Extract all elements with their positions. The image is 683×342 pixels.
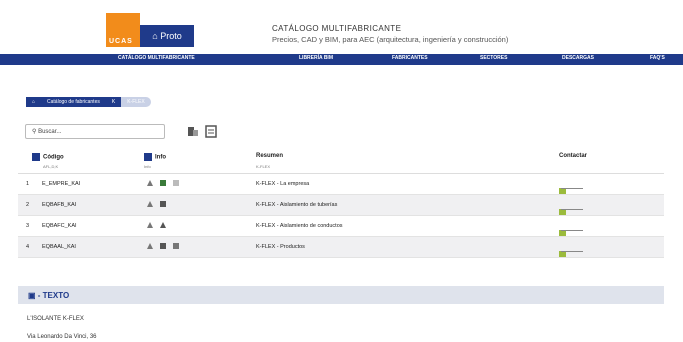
- row-summary[interactable]: K-FLEX - Productos: [256, 244, 305, 250]
- row-summary[interactable]: K-FLEX - Aislamiento de conductos: [256, 223, 343, 229]
- checkbox-icon[interactable]: [32, 153, 40, 161]
- section-title: ▣ - TEXTO: [28, 291, 70, 300]
- table-row[interactable]: 1 E_EMPRE_KAI K-FLEX - La empresa: [18, 174, 664, 195]
- search-input[interactable]: ⚲ Buscar...: [25, 124, 165, 139]
- cad-icon[interactable]: [172, 242, 180, 250]
- column-header-info[interactable]: Info: [144, 153, 166, 161]
- column-sub-info: Info: [144, 164, 151, 169]
- table-row[interactable]: 3 EQBAFC_KAI K-FLEX - Aislamiento de con…: [18, 216, 664, 237]
- results-table: Código AFL,D,K Info Info Resumen K-FLEX …: [18, 151, 664, 258]
- column-label: Info: [155, 154, 166, 161]
- logo[interactable]: UCAS: [106, 13, 140, 47]
- row-code[interactable]: EQBAFC_KAI: [42, 223, 77, 229]
- bim-icon[interactable]: [159, 200, 167, 208]
- bim-icon[interactable]: [159, 242, 167, 250]
- site-header: UCAS ⌂ Proto CATÁLOGO MULTIFABRICANTE Pr…: [0, 0, 683, 54]
- catalog-title: CATÁLOGO MULTIFABRICANTE: [272, 24, 402, 33]
- column-header-codigo[interactable]: Código: [32, 153, 64, 161]
- row-code[interactable]: EQBAFB_KAI: [42, 202, 76, 208]
- company-name: L'ISOLANTE K-FLEX: [27, 316, 84, 322]
- nav-item-faqs[interactable]: FAQ'S: [650, 55, 665, 61]
- checkbox-icon[interactable]: [144, 153, 152, 161]
- row-code[interactable]: E_EMPRE_KAI: [42, 181, 80, 187]
- row-number: 2: [26, 202, 30, 208]
- bim-icon[interactable]: [159, 221, 167, 229]
- row-number: 3: [26, 223, 30, 229]
- home-icon[interactable]: ⌂: [26, 97, 42, 107]
- info-icon[interactable]: [146, 200, 154, 208]
- row-number: 1: [26, 181, 30, 187]
- row-summary[interactable]: K-FLEX - Aislamiento de tuberías: [256, 202, 337, 208]
- row-number: 4: [26, 244, 30, 250]
- breadcrumb-item-catalogo[interactable]: Catálogo de fabricantes: [41, 97, 106, 107]
- search-placeholder: Buscar...: [38, 129, 62, 135]
- company-address: Via Leonardo Da Vinci, 36: [27, 334, 97, 340]
- nav-item-catalogo[interactable]: CATÁLOGO MULTIFABRICANTE: [118, 55, 195, 61]
- search-icon: ⚲: [32, 129, 37, 135]
- section-header-texto[interactable]: ▣ - TEXTO: [18, 286, 664, 304]
- table-row[interactable]: 4 EQBAAL_KAI K-FLEX - Productos: [18, 237, 664, 258]
- breadcrumb-item-k[interactable]: K: [105, 97, 122, 107]
- tools-icon[interactable]: [187, 125, 199, 138]
- column-header-resumen[interactable]: Resumen: [256, 153, 283, 159]
- bim-icon[interactable]: [159, 179, 167, 187]
- info-icon[interactable]: [146, 242, 154, 250]
- row-code[interactable]: EQBAAL_KAI: [42, 244, 76, 250]
- column-header-contactar[interactable]: Contactar: [559, 153, 587, 159]
- table-row[interactable]: 2 EQBAFB_KAI K-FLEX - Aislamiento de tub…: [18, 195, 664, 216]
- breadcrumb: ⌂ Catálogo de fabricantes K K-FLEX: [26, 97, 151, 107]
- nav-item-descargas[interactable]: DESCARGAS: [562, 55, 594, 61]
- brand-button[interactable]: ⌂ Proto: [140, 25, 194, 47]
- brand-button-label: Proto: [160, 31, 182, 41]
- column-sub-codigo: AFL,D,K: [43, 164, 59, 169]
- info-icon[interactable]: [146, 221, 154, 229]
- info-icon[interactable]: [146, 179, 154, 187]
- column-sub-resumen: K-FLEX: [256, 164, 271, 169]
- document-icon[interactable]: [205, 125, 217, 138]
- top-navigation: CATÁLOGO MULTIFABRICANTE LIBRERÍA BIM FA…: [0, 54, 683, 65]
- cad-icon[interactable]: [172, 179, 180, 187]
- nav-item-fabricantes[interactable]: FABRICANTES: [392, 55, 428, 61]
- table-header: Código AFL,D,K Info Info Resumen K-FLEX …: [18, 151, 664, 174]
- logo-text: UCAS: [109, 38, 133, 45]
- nav-item-libreria-bim[interactable]: LIBRERÍA BIM: [299, 55, 333, 61]
- nav-item-sectores[interactable]: SECTORES: [480, 55, 507, 61]
- catalog-subtitle: Precios, CAD y BIM, para AEC (arquitectu…: [272, 35, 509, 44]
- breadcrumb-current: K-FLEX: [121, 97, 151, 107]
- row-summary[interactable]: K-FLEX - La empresa: [256, 181, 309, 187]
- column-label: Código: [43, 154, 64, 161]
